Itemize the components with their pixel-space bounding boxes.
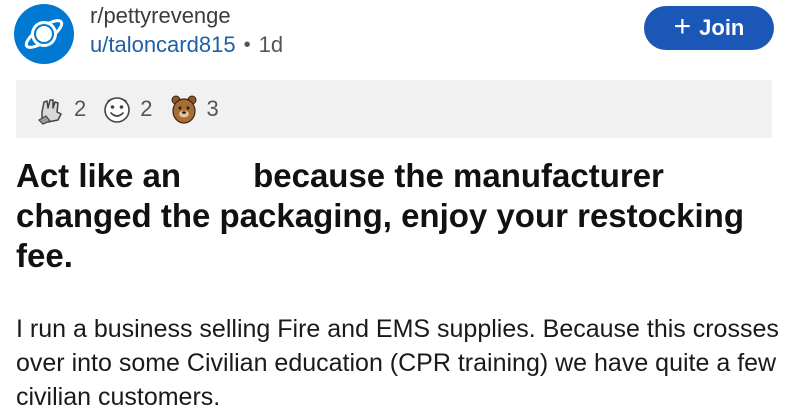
- award-count: 2: [140, 96, 153, 121]
- plus-icon: +: [673, 9, 692, 43]
- post-header: r/pettyrevenge u/taloncard815 • 1d + Joi…: [0, 0, 800, 72]
- award-count: 3: [206, 96, 219, 121]
- post-age: 1d: [258, 32, 284, 57]
- award-item[interactable]: 3: [167, 92, 219, 126]
- planet-icon: [24, 19, 64, 49]
- join-button[interactable]: + Join: [644, 6, 774, 50]
- award-item[interactable]: 2: [100, 92, 153, 126]
- award-item[interactable]: 2: [34, 92, 86, 126]
- subreddit-avatar[interactable]: [14, 4, 74, 64]
- author-row: u/taloncard815 • 1d: [90, 30, 283, 60]
- join-label: Join: [699, 15, 745, 40]
- rock-hand-award-icon: [34, 92, 68, 126]
- meta-separator: •: [243, 34, 251, 56]
- bear-award-icon: [167, 92, 201, 126]
- smile-face-award-icon: [100, 92, 134, 126]
- post-title[interactable]: Act like an because the manufacturer chan…: [16, 156, 786, 276]
- author-link[interactable]: u/taloncard815: [90, 30, 236, 60]
- post-meta: r/pettyrevenge u/taloncard815 • 1d: [90, 2, 283, 60]
- awards-bar[interactable]: 2 2 3: [16, 80, 772, 138]
- award-count: 2: [74, 96, 87, 121]
- post-body: I run a business selling Fire and EMS su…: [16, 315, 779, 411]
- post-title-part1: Act like an: [16, 157, 182, 194]
- subreddit-name[interactable]: r/pettyrevenge: [90, 2, 283, 30]
